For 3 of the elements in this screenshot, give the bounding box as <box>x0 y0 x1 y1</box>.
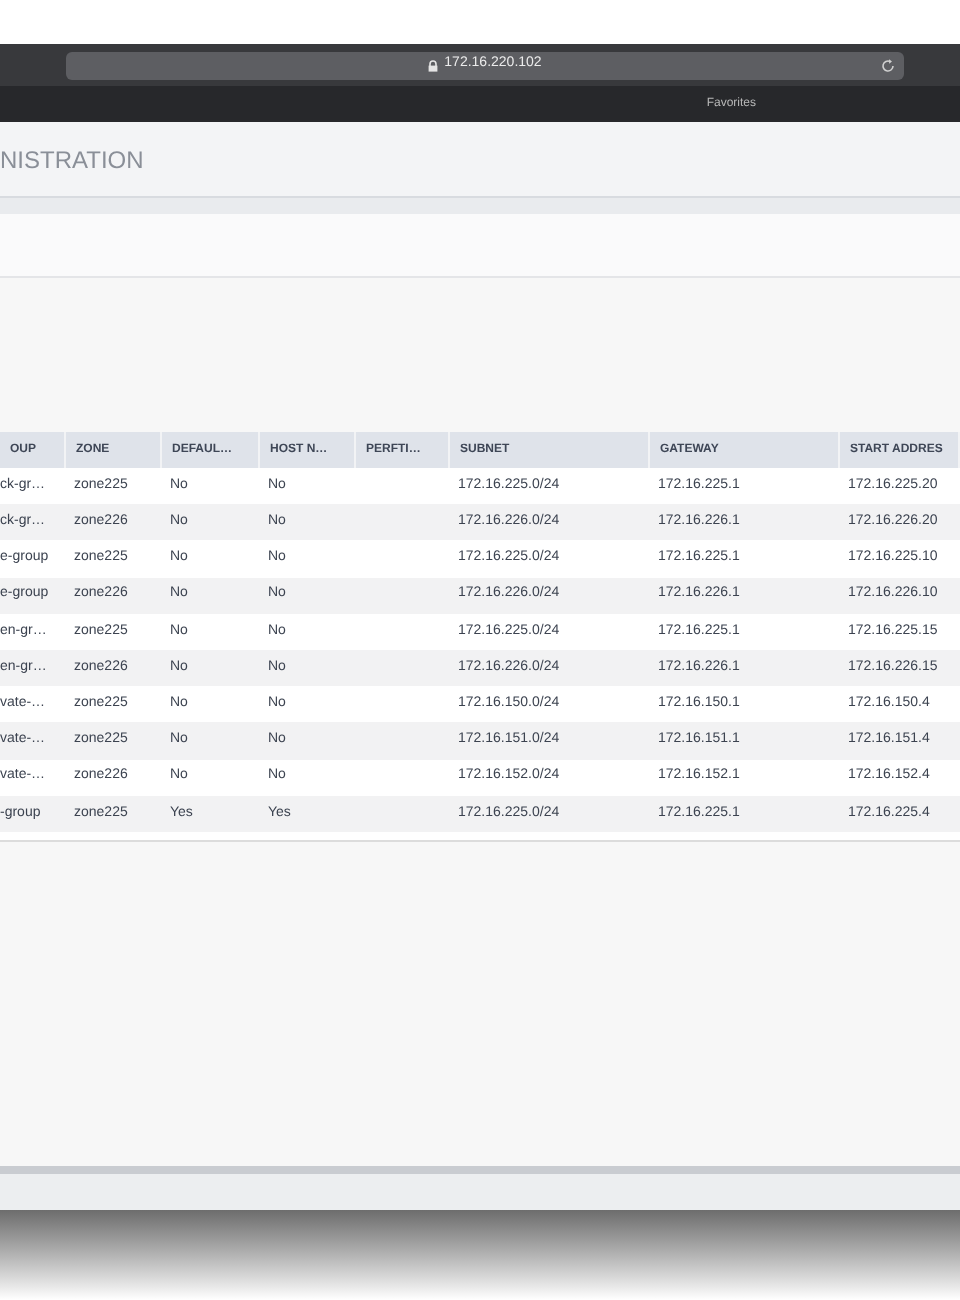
lock-icon <box>428 59 439 71</box>
page-title: NISTRATION <box>0 143 144 177</box>
reload-icon[interactable] <box>880 57 896 73</box>
